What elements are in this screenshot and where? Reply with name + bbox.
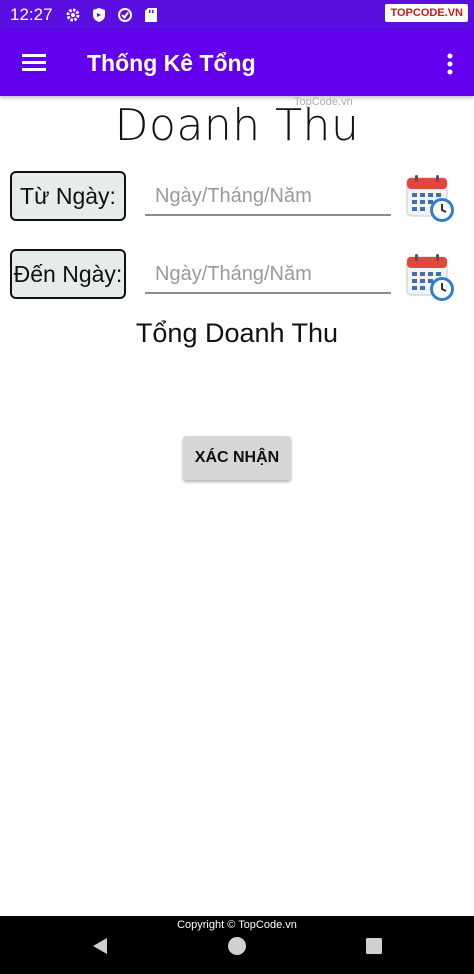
- gear-icon: [64, 6, 82, 24]
- shield-icon: [90, 6, 108, 24]
- to-date-label: Đến Ngày:: [10, 249, 126, 299]
- status-bar: 12:27 TOPCODE.VN: [0, 0, 474, 30]
- app-bar-title: Thống Kê Tổng: [87, 50, 256, 76]
- total-revenue-label: Tổng Doanh Thu: [135, 318, 339, 348]
- system-nav-bar: Copyright © TopCode.vn: [0, 916, 474, 974]
- more-options-icon[interactable]: [440, 50, 460, 78]
- copyright-text: Copyright © TopCode.vn: [177, 919, 297, 931]
- home-icon[interactable]: [227, 936, 247, 961]
- vpn-icon: [116, 6, 134, 24]
- to-date-input[interactable]: [145, 256, 391, 294]
- page-title: Doanh Thu: [114, 100, 360, 151]
- back-icon[interactable]: [90, 936, 110, 961]
- recents-icon[interactable]: [364, 936, 384, 961]
- status-time: 12:27: [10, 5, 53, 24]
- app-bar: Thống Kê Tổng: [0, 30, 474, 96]
- from-date-input[interactable]: [145, 178, 391, 216]
- from-calendar-icon[interactable]: [405, 174, 455, 224]
- confirm-button[interactable]: XÁC NHẬN: [183, 436, 291, 480]
- topcode-logo: TOPCODE.VN: [385, 4, 468, 22]
- hamburger-menu-icon[interactable]: [18, 48, 50, 78]
- from-date-label: Từ Ngày:: [10, 171, 126, 221]
- to-calendar-icon[interactable]: [405, 253, 455, 303]
- status-icons: [64, 6, 160, 24]
- sd-card-icon: [142, 6, 160, 24]
